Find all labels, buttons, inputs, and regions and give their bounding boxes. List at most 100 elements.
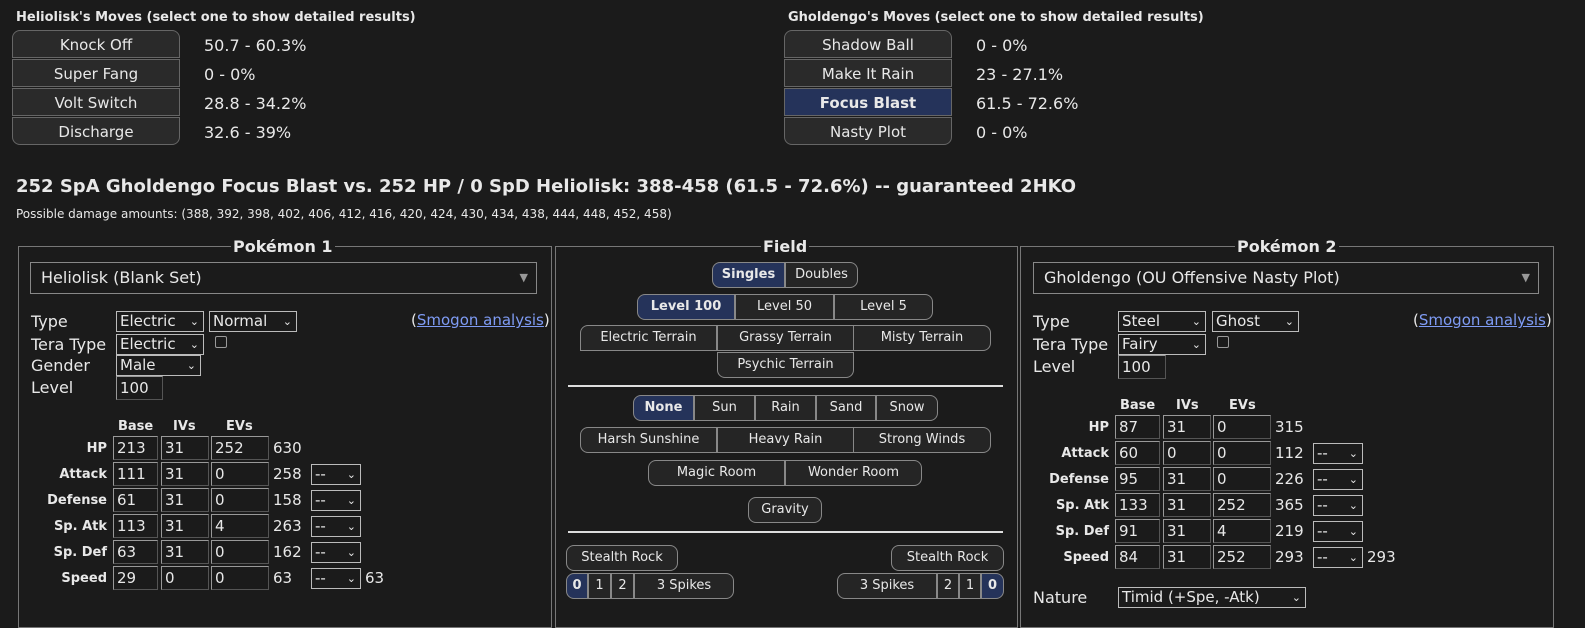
pokemon-2-set-select[interactable]: Gholdengo (OU Offensive Nasty Plot) ▼ <box>1033 262 1539 294</box>
field-button-magic-room[interactable]: Magic Room <box>648 460 785 486</box>
ev-input-hp[interactable]: 0 <box>1213 415 1271 439</box>
field-button-3-spikes[interactable]: 3 Spikes <box>634 573 734 599</box>
base-input-defense[interactable]: 95 <box>1115 467 1160 491</box>
move-button-volt-switch[interactable]: Volt Switch <box>12 88 180 116</box>
field-button-1[interactable]: 1 <box>588 573 611 599</box>
ev-input-sp-def[interactable]: 4 <box>1213 519 1271 543</box>
field-button-harsh-sunshine[interactable]: Harsh Sunshine <box>580 427 717 453</box>
field-button-stealth-rock[interactable]: Stealth Rock <box>891 545 1004 571</box>
base-input-sp-atk[interactable]: 113 <box>113 514 158 538</box>
smogon-analysis-link[interactable]: Smogon analysis <box>417 311 544 329</box>
move-button-discharge[interactable]: Discharge <box>12 117 180 145</box>
ev-input-attack[interactable]: 0 <box>211 462 269 486</box>
base-input-attack[interactable]: 111 <box>113 462 158 486</box>
iv-input-attack[interactable]: 0 <box>1163 441 1211 465</box>
pokemon-1-type2-select[interactable]: Normal ⌄ <box>209 311 297 332</box>
iv-input-speed[interactable]: 31 <box>1163 545 1211 569</box>
move-button-super-fang[interactable]: Super Fang <box>12 59 180 87</box>
tera-checkbox[interactable] <box>1217 336 1229 348</box>
boost-select-speed[interactable]: -- ⌄ <box>1313 547 1363 568</box>
field-button-sun[interactable]: Sun <box>694 395 755 421</box>
iv-input-sp-atk[interactable]: 31 <box>1163 493 1211 517</box>
ev-input-attack[interactable]: 0 <box>1213 441 1271 465</box>
base-input-sp-atk[interactable]: 133 <box>1115 493 1160 517</box>
iv-input-speed[interactable]: 0 <box>161 566 209 590</box>
pokemon-1-gender-select[interactable]: Male ⌄ <box>116 355 201 376</box>
pokemon-2-nature-select[interactable]: Timid (+Spe, -Atk) ⌄ <box>1118 587 1306 608</box>
boost-select-defense[interactable]: -- ⌄ <box>311 490 361 511</box>
boost-select-sp-atk[interactable]: -- ⌄ <box>311 516 361 537</box>
field-button-sand[interactable]: Sand <box>816 395 876 421</box>
base-input-hp[interactable]: 213 <box>113 436 158 460</box>
field-button-3-spikes[interactable]: 3 Spikes <box>837 573 937 599</box>
field-button-rain[interactable]: Rain <box>755 395 816 421</box>
field-button-0[interactable]: 0 <box>981 573 1004 599</box>
field-button-gravity[interactable]: Gravity <box>748 497 822 523</box>
field-button-0[interactable]: 0 <box>566 573 588 599</box>
base-input-sp-def[interactable]: 91 <box>1115 519 1160 543</box>
pokemon-2-tera-select[interactable]: Fairy ⌄ <box>1118 334 1206 355</box>
ev-input-sp-atk[interactable]: 252 <box>1213 493 1271 517</box>
base-input-defense[interactable]: 61 <box>113 488 158 512</box>
ev-input-defense[interactable]: 0 <box>211 488 269 512</box>
iv-input-hp[interactable]: 31 <box>161 436 209 460</box>
ev-input-defense[interactable]: 0 <box>1213 467 1271 491</box>
iv-input-sp-atk[interactable]: 31 <box>161 514 209 538</box>
boost-select-sp-def[interactable]: -- ⌄ <box>1313 521 1363 542</box>
base-input-attack[interactable]: 60 <box>1115 441 1160 465</box>
field-button-1[interactable]: 1 <box>959 573 981 599</box>
ev-input-speed[interactable]: 0 <box>211 566 269 590</box>
boost-select-attack[interactable]: -- ⌄ <box>1313 443 1363 464</box>
boost-select-sp-atk[interactable]: -- ⌄ <box>1313 495 1363 516</box>
smogon-analysis-link[interactable]: Smogon analysis <box>1419 311 1546 329</box>
field-button-level-5[interactable]: Level 5 <box>834 294 933 320</box>
iv-input-defense[interactable]: 31 <box>161 488 209 512</box>
move-button-knock-off[interactable]: Knock Off <box>12 30 180 58</box>
field-button-singles[interactable]: Singles <box>712 262 785 288</box>
base-input-speed[interactable]: 29 <box>113 566 158 590</box>
field-button-snow[interactable]: Snow <box>876 395 938 421</box>
field-button-level-100[interactable]: Level 100 <box>637 294 735 320</box>
field-button-level-50[interactable]: Level 50 <box>735 294 834 320</box>
field-button-strong-winds[interactable]: Strong Winds <box>853 427 991 453</box>
boost-select-sp-def[interactable]: -- ⌄ <box>311 542 361 563</box>
ev-input-sp-def[interactable]: 0 <box>211 540 269 564</box>
field-button-stealth-rock[interactable]: Stealth Rock <box>566 545 678 571</box>
pokemon-1-set-select[interactable]: Heliolisk (Blank Set) ▼ <box>30 262 537 294</box>
boost-select-speed[interactable]: -- ⌄ <box>311 568 361 589</box>
move-button-shadow-ball[interactable]: Shadow Ball <box>784 30 952 58</box>
iv-input-sp-def[interactable]: 31 <box>1163 519 1211 543</box>
pokemon-1-type1-select[interactable]: Electric ⌄ <box>116 311 204 332</box>
pokemon-2-type2-select[interactable]: Ghost ⌄ <box>1212 311 1299 332</box>
field-button-none[interactable]: None <box>633 395 694 421</box>
field-button-heavy-rain[interactable]: Heavy Rain <box>717 427 854 453</box>
move-button-make-it-rain[interactable]: Make It Rain <box>784 59 952 87</box>
boost-select-defense[interactable]: -- ⌄ <box>1313 469 1363 490</box>
move-button-focus-blast[interactable]: Focus Blast <box>784 88 952 116</box>
pokemon-1-level-input[interactable]: 100 <box>116 376 163 400</box>
iv-input-hp[interactable]: 31 <box>1163 415 1211 439</box>
base-input-sp-def[interactable]: 63 <box>113 540 158 564</box>
ev-input-hp[interactable]: 252 <box>211 436 269 460</box>
tera-checkbox[interactable] <box>215 336 227 348</box>
pokemon-2-type1-select[interactable]: Steel ⌄ <box>1118 311 1206 332</box>
field-button-grassy-terrain[interactable]: Grassy Terrain <box>717 325 854 351</box>
field-button-misty-terrain[interactable]: Misty Terrain <box>853 325 991 351</box>
field-button-doubles[interactable]: Doubles <box>785 262 858 288</box>
move-button-nasty-plot[interactable]: Nasty Plot <box>784 117 952 145</box>
iv-input-defense[interactable]: 31 <box>1163 467 1211 491</box>
base-input-speed[interactable]: 84 <box>1115 545 1160 569</box>
field-button-2[interactable]: 2 <box>937 573 959 599</box>
pokemon-1-tera-select[interactable]: Electric ⌄ <box>116 334 204 355</box>
field-button-electric-terrain[interactable]: Electric Terrain <box>580 325 717 351</box>
iv-input-attack[interactable]: 31 <box>161 462 209 486</box>
ev-input-sp-atk[interactable]: 4 <box>211 514 269 538</box>
pokemon-2-level-input[interactable]: 100 <box>1118 355 1166 379</box>
field-button-psychic-terrain[interactable]: Psychic Terrain <box>717 352 854 378</box>
ev-input-speed[interactable]: 252 <box>1213 545 1271 569</box>
iv-input-sp-def[interactable]: 31 <box>161 540 209 564</box>
base-input-hp[interactable]: 87 <box>1115 415 1160 439</box>
boost-select-attack[interactable]: -- ⌄ <box>311 464 361 485</box>
field-button-wonder-room[interactable]: Wonder Room <box>785 460 922 486</box>
field-button-2[interactable]: 2 <box>611 573 634 599</box>
